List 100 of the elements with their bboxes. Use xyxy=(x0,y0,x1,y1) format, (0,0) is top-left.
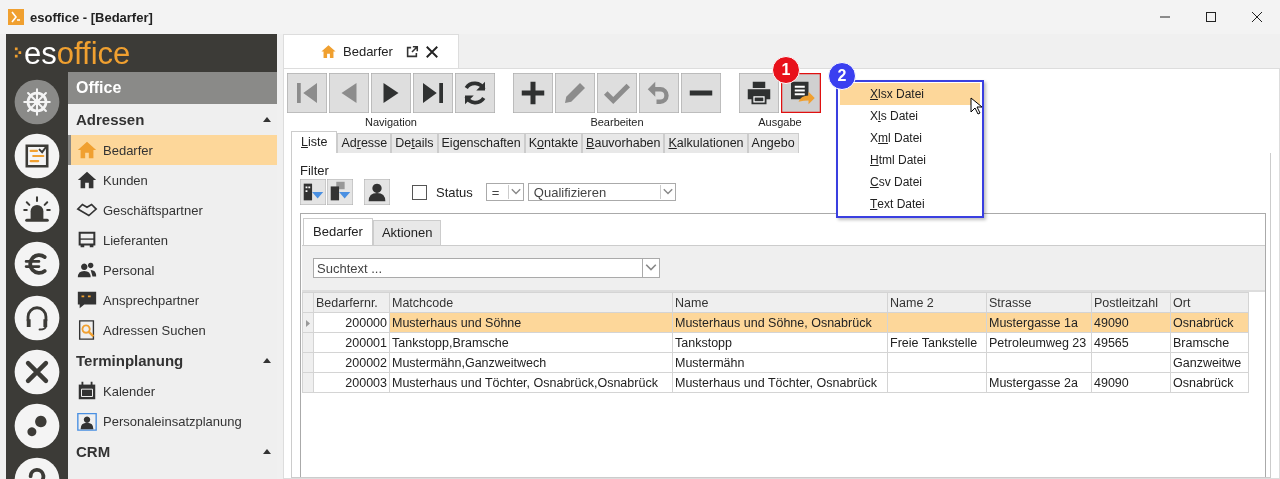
window-title: esoffice - [Bedarfer] xyxy=(30,9,153,25)
row-header-cell[interactable] xyxy=(302,372,314,393)
last-record-icon[interactable] xyxy=(413,73,453,113)
house-icon xyxy=(76,139,98,161)
status-label: Status xyxy=(436,184,473,200)
table-cell: 200000 xyxy=(313,312,390,333)
toolbar-group-label: Ausgabe xyxy=(758,116,802,128)
group-header[interactable]: CRM xyxy=(76,443,111,460)
module-title: Office xyxy=(68,72,277,104)
tab[interactable]: Kontakte xyxy=(524,133,583,153)
maximize-icon[interactable] xyxy=(1206,12,1216,22)
menu-item[interactable]: Xlsx Datei xyxy=(840,83,980,105)
row-header-cell[interactable] xyxy=(302,312,314,333)
planning-board-icon[interactable] xyxy=(14,133,60,179)
pop-out-icon[interactable] xyxy=(404,44,419,59)
group-header[interactable]: Terminplanung xyxy=(76,352,184,369)
status-dropdown[interactable]: Qualifizieren xyxy=(527,183,676,201)
search-field[interactable]: Suchtext ... xyxy=(313,258,642,278)
nav-item[interactable]: Lieferanten xyxy=(68,225,277,255)
column-header[interactable]: Name xyxy=(672,292,888,313)
toolbar-group-label: Bearbeiten xyxy=(590,116,644,128)
menu-item[interactable]: Xml Datei xyxy=(840,127,980,149)
dropdown-arrow-icon[interactable] xyxy=(659,185,675,199)
tab[interactable]: Kalkulationen xyxy=(664,133,748,153)
staff-calendar-icon xyxy=(76,410,98,432)
tab-title: Bedarfer xyxy=(343,44,393,59)
document-tab[interactable]: Bedarfer xyxy=(283,34,459,68)
menu-item[interactable]: Csv Datei xyxy=(840,171,980,193)
table-cell: Mustermähn xyxy=(672,352,888,373)
table-cell: Osnabrück xyxy=(1170,372,1249,393)
tab[interactable]: Bedarfer xyxy=(303,218,373,245)
column-header[interactable]: Bedarfernr. xyxy=(313,292,390,313)
menu-item[interactable]: Html Datei xyxy=(840,149,980,171)
table-cell: Tankstopp xyxy=(672,332,888,353)
tab[interactable]: Details xyxy=(391,133,438,153)
buildings-filter-icon[interactable] xyxy=(327,179,353,205)
nav-item[interactable]: Personaleinsatzplanung xyxy=(68,406,277,436)
printer-icon[interactable] xyxy=(739,73,779,113)
nav-item[interactable]: Kalender xyxy=(68,376,277,406)
table-cell: Tankstopp,Bramsche xyxy=(389,332,673,353)
table-cell: Mustergasse 2a xyxy=(986,372,1092,393)
collapse-caret-icon[interactable] xyxy=(263,117,271,122)
tab[interactable]: Bauvorhaben xyxy=(582,133,665,153)
table-cell: 49565 xyxy=(1091,332,1171,353)
tab[interactable]: Angebo xyxy=(747,133,799,153)
nav-item[interactable]: Bedarfer xyxy=(68,135,277,165)
collapse-caret-icon[interactable] xyxy=(263,358,271,363)
column-header[interactable]: Ort xyxy=(1170,292,1249,313)
table-cell: Freie Tankstelle xyxy=(887,332,987,353)
house-icon xyxy=(76,169,98,191)
headset-icon[interactable] xyxy=(14,295,60,341)
column-header[interactable]: Strasse xyxy=(986,292,1092,313)
status-checkbox[interactable] xyxy=(412,184,427,200)
close-icon[interactable] xyxy=(424,44,439,59)
logo-dots-icon xyxy=(14,45,23,61)
row-header-cell[interactable] xyxy=(302,332,314,353)
table-cell: Mustermähn,Ganzweitwech xyxy=(389,352,673,373)
nav-item[interactable]: Kunden xyxy=(68,165,277,195)
nav-item[interactable]: Personal xyxy=(68,255,277,285)
dropdown-arrow-icon[interactable] xyxy=(507,185,523,199)
step-badge: 2 xyxy=(828,62,856,90)
table-cell: 49090 xyxy=(1091,372,1171,393)
menu-item[interactable]: Text Datei xyxy=(840,193,980,215)
menu-item[interactable]: Xls Datei xyxy=(840,105,980,127)
tab[interactable]: Aktionen xyxy=(372,220,442,245)
table-cell: Bramsche xyxy=(1170,332,1249,353)
close-icon[interactable] xyxy=(1252,12,1262,22)
group-header[interactable]: Adressen xyxy=(76,111,145,128)
plus-icon[interactable] xyxy=(513,73,553,113)
table-cell: 200001 xyxy=(313,332,390,353)
building-filter-icon[interactable] xyxy=(300,179,326,205)
column-header[interactable]: Postleitzahl xyxy=(1091,292,1171,313)
tab[interactable]: Eigenschaften xyxy=(437,133,525,153)
person-icon[interactable] xyxy=(364,179,390,205)
table-cell: Ganzweitwe xyxy=(1170,352,1249,373)
table-cell: 200003 xyxy=(313,372,390,393)
table-cell: Musterhaus und Töchter, Osnabrück xyxy=(672,372,888,393)
operator-dropdown[interactable]: = xyxy=(485,183,524,201)
collapse-caret-icon[interactable] xyxy=(263,449,271,454)
column-header[interactable]: Matchcode xyxy=(389,292,673,313)
tab[interactable]: Liste xyxy=(291,131,338,153)
row-header-cell[interactable] xyxy=(302,352,314,373)
tab[interactable]: Adresse xyxy=(337,133,392,153)
step-badge: 1 xyxy=(772,56,800,84)
nav-item[interactable]: Ansprechpartner xyxy=(68,285,277,315)
house-icon xyxy=(320,43,337,60)
ship-wheel-icon[interactable] xyxy=(14,79,60,125)
table-cell: 200002 xyxy=(313,352,390,373)
table-cell: Petroleumweg 23 xyxy=(986,332,1092,353)
logo-text: esoffice xyxy=(24,37,131,69)
calendar-icon xyxy=(76,380,98,402)
siren-icon[interactable] xyxy=(14,187,60,233)
euro-icon[interactable] xyxy=(14,241,60,287)
nav-item[interactable]: Adressen Suchen xyxy=(68,315,277,345)
nav-item[interactable]: Geschäftspartner xyxy=(68,195,277,225)
next-record-icon[interactable] xyxy=(371,73,411,113)
refresh-icon[interactable] xyxy=(455,73,495,113)
export-list-icon[interactable] xyxy=(781,73,821,113)
column-header[interactable]: Name 2 xyxy=(887,292,987,313)
minus-icon[interactable] xyxy=(681,73,721,113)
